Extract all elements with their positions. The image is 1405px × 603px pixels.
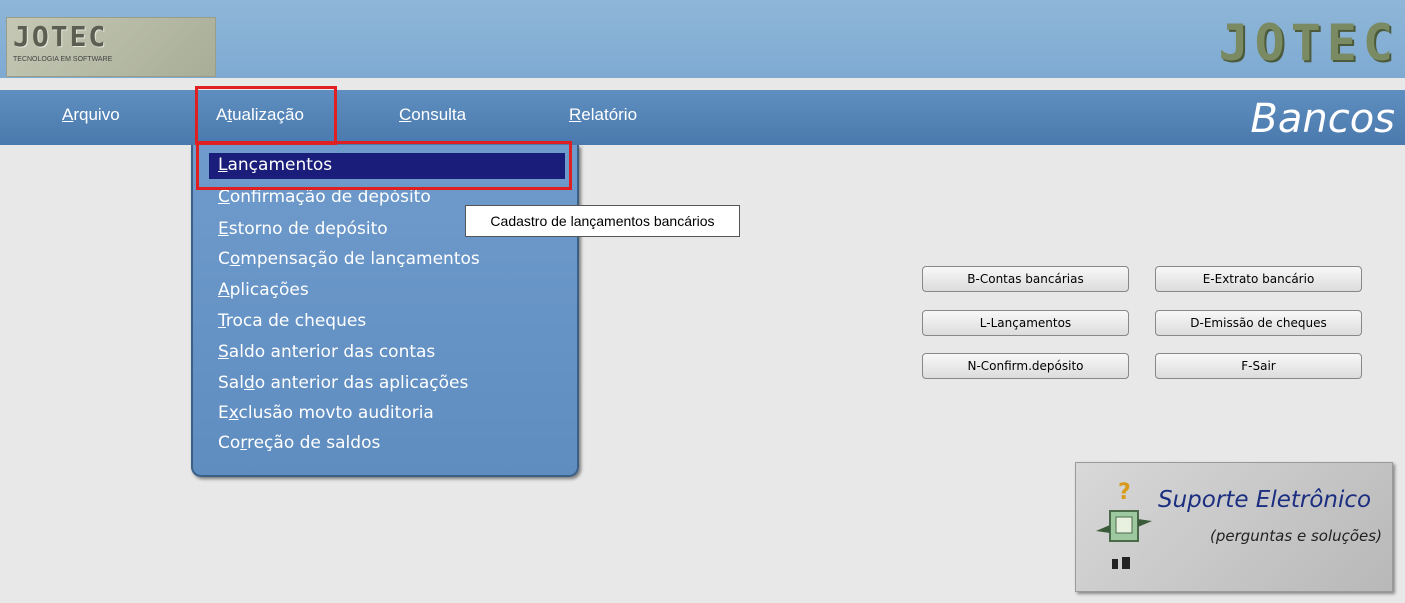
hotkey-letter: E	[218, 219, 229, 239]
hotkey-letter: r	[240, 433, 247, 453]
hotkey-letter: C	[218, 187, 230, 207]
tooltip: Cadastro de lançamentos bancários	[465, 205, 740, 237]
highlight-box-item	[196, 141, 572, 190]
svg-text:?: ?	[1118, 480, 1131, 505]
item-prefix: C	[218, 249, 230, 269]
dropdown-item-confirmacao-deposito[interactable]: Confirmação de depósito	[218, 187, 431, 207]
extrato-bancario-button[interactable]: E-Extrato bancário	[1155, 266, 1362, 292]
menu-label: onsulta	[411, 105, 467, 124]
page-title: Bancos	[1250, 96, 1395, 142]
dropdown-item-aplicacoes[interactable]: Aplicações	[218, 280, 309, 300]
item-label: clusão movto auditoria	[238, 403, 434, 423]
item-label: aldo anterior das contas	[228, 342, 436, 362]
highlight-box-menu	[195, 86, 337, 145]
item-label: roca de cheques	[225, 311, 367, 331]
hotkey-letter: o	[229, 249, 241, 269]
item-prefix: E	[218, 403, 229, 423]
emissao-cheques-button[interactable]: D-Emissão de cheques	[1155, 310, 1362, 336]
hotkey-letter: S	[218, 342, 229, 362]
logo-text: JOTEC	[13, 20, 108, 53]
lancamentos-button[interactable]: L-Lançamentos	[922, 310, 1129, 336]
item-label: plicações	[229, 280, 309, 300]
dropdown-item-troca-cheques[interactable]: Troca de cheques	[218, 311, 366, 331]
item-label: storno de depósito	[228, 219, 388, 239]
dropdown-item-estorno-deposito[interactable]: Estorno de depósito	[218, 219, 388, 239]
menu-arquivo[interactable]: Arquivo	[62, 105, 120, 125]
header-bar: JOTEC TECNOLOGIA EM SOFTWARE JOTEC	[0, 0, 1405, 78]
hotkey-letter: T	[218, 311, 226, 331]
dropdown-item-exclusao-auditoria[interactable]: Exclusão movto auditoria	[218, 403, 434, 423]
hotkey-letter: d	[243, 373, 255, 393]
dropdown-item-saldo-aplicacoes[interactable]: Saldo anterior das aplicações	[218, 373, 468, 393]
support-title: Suporte Eletrônico	[1158, 487, 1372, 513]
item-label: onfirmação de depósito	[229, 187, 431, 207]
hotkey-letter: R	[569, 105, 582, 124]
item-prefix: Sal	[218, 373, 244, 393]
help-question-icon: ?	[1096, 480, 1152, 569]
sair-button[interactable]: F-Sair	[1155, 353, 1362, 379]
menu-consulta[interactable]: Consulta	[399, 105, 466, 125]
brand-logo-right: JOTEC	[1218, 14, 1399, 72]
menu-relatorio[interactable]: Relatório	[569, 105, 637, 125]
jotec-logo: JOTEC TECNOLOGIA EM SOFTWARE	[6, 17, 216, 77]
dropdown-item-compensacao[interactable]: Compensação de lançamentos	[218, 249, 480, 269]
hotkey-letter: x	[228, 403, 239, 423]
support-subtitle: (perguntas e soluções)	[1210, 527, 1382, 545]
hotkey-letter: C	[399, 105, 412, 124]
hotkey-letter: A	[218, 280, 230, 300]
logo-subtitle: TECNOLOGIA EM SOFTWARE	[13, 56, 113, 63]
dropdown-item-saldo-contas[interactable]: Saldo anterior das contas	[218, 342, 435, 362]
dropdown-item-correcao-saldos[interactable]: Correção de saldos	[218, 433, 380, 453]
contas-bancarias-button[interactable]: B-Contas bancárias	[922, 266, 1129, 292]
hotkey-letter: A	[62, 105, 74, 124]
confirm-deposito-button[interactable]: N-Confirm.depósito	[922, 353, 1129, 379]
menu-label: rquivo	[73, 105, 120, 124]
suporte-eletronico-button[interactable]: ? Suporte Eletrônico (perguntas e soluçõ…	[1075, 462, 1393, 592]
item-label: mpensação de lançamentos	[240, 249, 480, 269]
atualizacao-dropdown: Lançamentos Confirmação de depósito Esto…	[191, 145, 579, 477]
item-label: reção de saldos	[246, 433, 381, 453]
item-label: o anterior das aplicações	[254, 373, 469, 393]
item-prefix: Co	[218, 433, 241, 453]
menu-label: elatório	[581, 105, 638, 124]
